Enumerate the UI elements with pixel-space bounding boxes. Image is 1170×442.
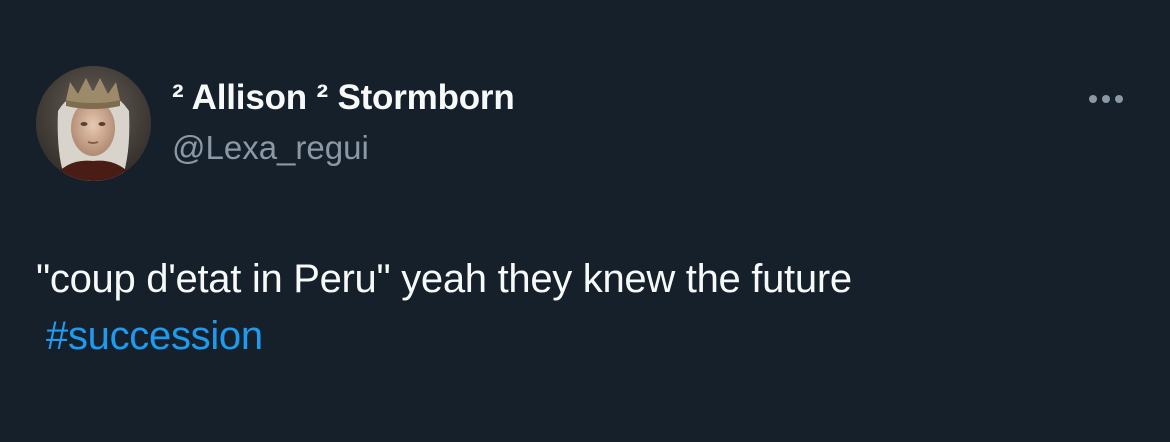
avatar-image — [36, 66, 151, 181]
more-horizontal-icon — [1115, 95, 1123, 103]
tweet-header: ² Allison ² Stormborn @Lexa_regui — [172, 78, 515, 168]
more-options-button[interactable] — [1084, 84, 1128, 114]
tweet-text-line: "coup d'etat in Peru" yeah they knew the… — [36, 257, 852, 301]
more-horizontal-icon — [1089, 95, 1097, 103]
tweet-text: "coup d'etat in Peru" yeah they knew the… — [36, 251, 1126, 365]
tweet: ² Allison ² Stormborn @Lexa_regui "coup … — [0, 0, 1170, 442]
author-display-name[interactable]: ² Allison ² Stormborn — [172, 78, 515, 118]
more-horizontal-icon — [1102, 95, 1110, 103]
author-avatar[interactable] — [36, 66, 151, 181]
hashtag-link[interactable]: #succession — [36, 314, 263, 358]
author-handle[interactable]: @Lexa_regui — [172, 128, 515, 168]
